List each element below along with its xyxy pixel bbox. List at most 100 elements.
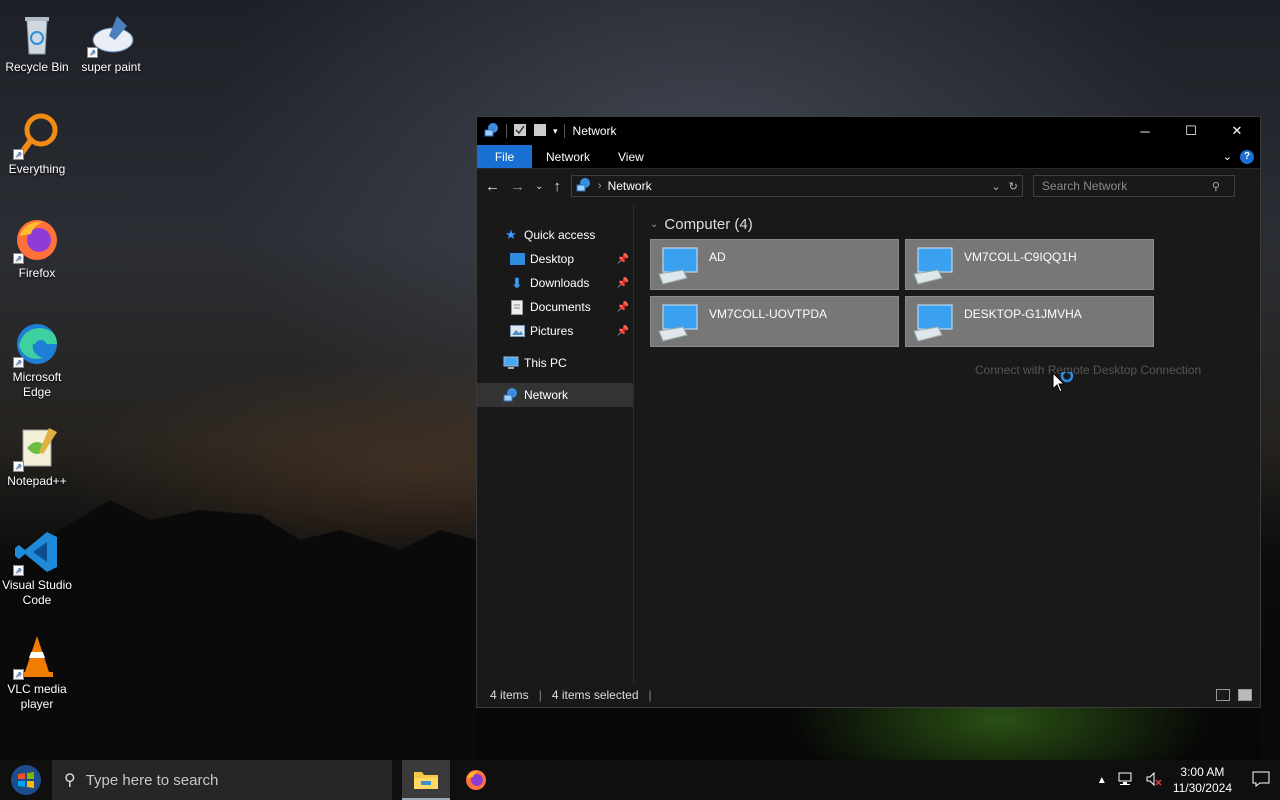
collapse-chevron-icon[interactable]: ⌄ <box>650 219 658 230</box>
breadcrumb-network[interactable]: Network <box>608 179 652 193</box>
search-box[interactable]: ⚲ <box>1032 175 1235 197</box>
large-icons-view-icon[interactable] <box>1238 689 1252 701</box>
desktop-icon-super-paint[interactable]: ↗ super paint <box>74 10 148 75</box>
taskbar-search-input[interactable] <box>85 771 366 789</box>
computer-tile[interactable]: AD <box>650 239 899 290</box>
paint-icon: ↗ <box>87 10 135 58</box>
desktop-icon-label: Recycle Bin <box>5 60 69 74</box>
up-arrow-icon[interactable]: ↑ <box>553 178 561 195</box>
shortcut-arrow-icon: ↗ <box>13 253 24 264</box>
tab-network[interactable]: Network <box>532 145 604 168</box>
group-header-computer[interactable]: ⌄ Computer (4) <box>650 215 1252 233</box>
notifications-icon[interactable] <box>1252 771 1270 790</box>
refresh-icon[interactable]: ↻ <box>1009 180 1018 193</box>
address-dropdown-chevron-icon[interactable]: ⌄ <box>991 180 1000 193</box>
nav-item-downloads[interactable]: ⬇ Downloads 📌 <box>477 271 633 295</box>
nav-item-pictures[interactable]: Pictures 📌 <box>477 319 633 343</box>
expand-ribbon-chevron-icon[interactable]: ⌄ <box>1223 150 1232 163</box>
search-icon: ⚲ <box>64 772 76 789</box>
everything-search-icon: ↗ <box>13 112 61 160</box>
nav-item-this-pc[interactable]: This PC <box>477 351 633 375</box>
new-folder-icon[interactable] <box>533 123 547 140</box>
nav-item-label: Documents <box>530 300 591 314</box>
group-header-label: Computer (4) <box>664 215 753 233</box>
content-area[interactable]: ⌄ Computer (4) AD VM7COLL-C9IQQ1H VM7COL… <box>634 205 1260 683</box>
network-status-icon[interactable] <box>1117 771 1135 790</box>
volume-muted-icon[interactable] <box>1145 771 1163 790</box>
computer-name: DESKTOP-G1JMVHA <box>964 307 1082 321</box>
show-hidden-icons-chevron-icon[interactable]: ▲ <box>1097 775 1107 786</box>
shortcut-arrow-icon: ↗ <box>13 565 24 576</box>
mouse-cursor <box>1052 369 1076 397</box>
pin-icon[interactable]: 📌 <box>617 278 629 289</box>
computer-tile[interactable]: DESKTOP-G1JMVHA <box>905 296 1154 347</box>
forward-arrow-icon[interactable]: → <box>510 178 525 195</box>
pin-icon[interactable]: 📌 <box>617 302 629 313</box>
computer-list: AD VM7COLL-C9IQQ1H VM7COLL-UOVTPDA DESKT… <box>650 239 1252 347</box>
window-title: Network <box>572 124 617 138</box>
desktop-icon-notepadpp[interactable]: ↗ Notepad++ <box>0 424 74 489</box>
taskbar: ⚲ ▲ 3:00 AM 11/30/2024 <box>0 760 1280 800</box>
address-bar[interactable]: › Network ⌄ ↻ <box>570 175 1023 197</box>
shortcut-arrow-icon: ↗ <box>13 669 24 680</box>
monitor-icon <box>912 244 956 286</box>
search-icon[interactable]: ⚲ <box>1212 180 1220 193</box>
desktop-icon-microsoft-edge[interactable]: ↗ Microsoft Edge <box>0 320 74 400</box>
network-icon <box>576 177 592 196</box>
desktop-icon-label: Everything <box>8 162 66 176</box>
network-icon <box>484 122 500 141</box>
minimize-button[interactable]: ─ <box>1122 117 1168 145</box>
system-tray: ▲ 3:00 AM 11/30/2024 <box>1097 764 1280 796</box>
nav-item-network[interactable]: Network <box>477 383 633 407</box>
close-button[interactable]: ✕ <box>1214 117 1260 145</box>
recycle-bin-icon <box>13 10 61 58</box>
tab-file[interactable]: File <box>477 145 532 168</box>
divider <box>506 124 507 138</box>
help-icon[interactable]: ? <box>1240 149 1254 164</box>
desktop-icon-firefox[interactable]: ↗ Firefox <box>0 216 74 281</box>
maximize-button[interactable]: ☐ <box>1168 117 1214 145</box>
folder-icon <box>414 772 438 789</box>
properties-icon[interactable] <box>513 123 527 140</box>
back-arrow-icon[interactable]: ← <box>485 178 500 195</box>
monitor-icon <box>657 301 701 343</box>
taskbar-firefox[interactable] <box>452 760 500 800</box>
tab-view[interactable]: View <box>604 145 658 168</box>
shortcut-arrow-icon: ↗ <box>13 149 24 160</box>
taskbar-file-explorer[interactable] <box>402 760 450 800</box>
fading-tooltip: Connect with Remote Desktop Connection <box>975 363 1202 377</box>
desktop-icon-vscode[interactable]: ↗ Visual Studio Code <box>0 528 74 608</box>
desktop-icon-recycle-bin[interactable]: Recycle Bin <box>0 10 74 75</box>
desktop-icon-label: Visual Studio Code <box>2 578 72 607</box>
search-input[interactable] <box>1041 179 1212 193</box>
file-explorer-window[interactable]: ▾ Network ─ ☐ ✕ File Network View ⌄ ? ← … <box>476 116 1261 708</box>
maximize-icon: ☐ <box>1185 123 1197 138</box>
computer-tile[interactable]: VM7COLL-UOVTPDA <box>650 296 899 347</box>
notepadpp-icon: ↗ <box>13 424 61 472</box>
recent-locations-chevron-icon[interactable]: ⌄ <box>535 181 543 192</box>
details-view-icon[interactable] <box>1216 689 1230 701</box>
status-selected-count: 4 items selected <box>551 688 639 702</box>
nav-item-desktop[interactable]: Desktop 📌 <box>477 247 633 271</box>
desktop-icon-everything[interactable]: ↗ Everything <box>0 112 74 177</box>
breadcrumb-separator-icon[interactable]: › <box>598 180 602 192</box>
desktop-icon-label: Microsoft Edge <box>12 370 62 399</box>
nav-item-quick-access[interactable]: ★ Quick access <box>477 223 633 247</box>
taskbar-search[interactable]: ⚲ <box>52 760 392 800</box>
nav-item-documents[interactable]: Documents 📌 <box>477 295 633 319</box>
desktop-folder-icon <box>509 251 525 267</box>
nav-item-label: Pictures <box>530 324 574 338</box>
clock[interactable]: 3:00 AM 11/30/2024 <box>1173 764 1232 796</box>
navigation-pane: ★ Quick access Desktop 📌 ⬇ Downloads 📌 D… <box>477 205 634 683</box>
desktop-icon-vlc[interactable]: ↗ VLC media player <box>0 632 74 712</box>
start-button[interactable] <box>0 760 52 800</box>
desktop-icon-label: Firefox <box>18 266 56 280</box>
edge-icon: ↗ <box>13 320 61 368</box>
pin-icon[interactable]: 📌 <box>617 254 629 265</box>
monitor-icon <box>657 244 701 286</box>
computer-tile[interactable]: VM7COLL-C9IQQ1H <box>905 239 1154 290</box>
pin-icon[interactable]: 📌 <box>617 326 629 337</box>
customize-toolbar-chevron-icon[interactable]: ▾ <box>553 126 558 137</box>
title-bar[interactable]: ▾ Network ─ ☐ ✕ <box>477 117 1260 145</box>
divider: | <box>538 688 542 702</box>
